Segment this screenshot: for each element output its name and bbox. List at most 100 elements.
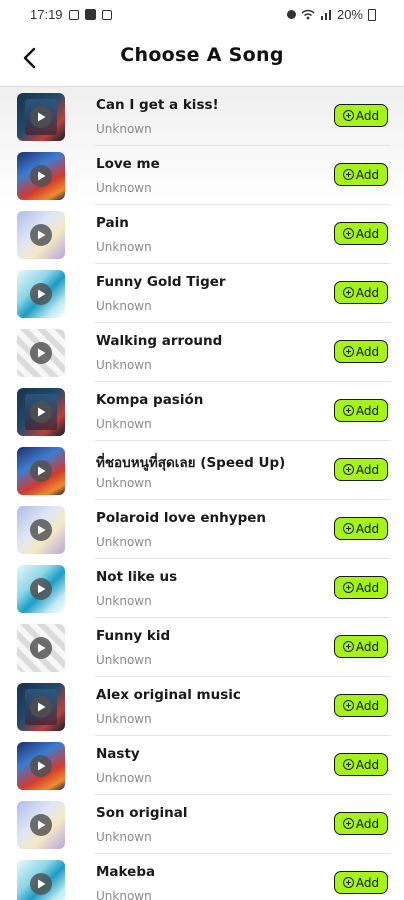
mail-icon <box>101 9 112 20</box>
plus-circle-icon <box>342 169 354 180</box>
play-icon[interactable] <box>30 519 52 541</box>
song-title: Walking arround <box>96 333 223 349</box>
song-thumbnail[interactable] <box>17 447 65 495</box>
song-row[interactable]: Kompa pasión Unknown Add <box>0 382 404 441</box>
add-button[interactable]: Add <box>334 104 388 127</box>
status-bar: 17:19 20% <box>0 0 404 30</box>
song-thumbnail[interactable] <box>17 801 65 849</box>
plus-circle-icon <box>342 700 354 711</box>
song-row[interactable]: Polaroid love enhypen Unknown Add <box>0 500 404 559</box>
header: Choose A Song <box>0 30 404 87</box>
play-icon[interactable] <box>30 873 52 895</box>
battery-percent: 20% <box>336 7 363 22</box>
plus-circle-icon <box>342 287 354 298</box>
song-artist: Unknown <box>96 417 152 431</box>
add-button[interactable]: Add <box>334 399 388 422</box>
add-button[interactable]: Add <box>334 281 388 304</box>
song-row[interactable]: Makeba Unknown Add <box>0 854 404 900</box>
song-title: Son original <box>96 805 188 821</box>
play-icon[interactable] <box>30 755 52 777</box>
song-title: Can I get a kiss! <box>96 97 219 113</box>
song-artist: Unknown <box>96 889 152 900</box>
play-icon[interactable] <box>30 401 52 423</box>
add-button[interactable]: Add <box>334 871 388 894</box>
song-list[interactable]: Can I get a kiss! Unknown Add Love me Unknow… <box>0 87 404 900</box>
song-title: Love me <box>96 156 160 172</box>
add-button[interactable]: Add <box>334 576 388 599</box>
play-icon[interactable] <box>30 283 52 305</box>
add-button[interactable]: Add <box>334 753 388 776</box>
song-thumbnail[interactable] <box>17 211 65 259</box>
plus-circle-icon <box>342 877 354 888</box>
add-button-label: Add <box>355 108 380 123</box>
song-row[interactable]: Can I get a kiss! Unknown Add <box>0 87 404 146</box>
song-thumbnail[interactable] <box>17 683 65 731</box>
song-row[interactable]: Funny Gold Tiger Unknown Add <box>0 264 404 323</box>
add-button[interactable]: Add <box>334 694 388 717</box>
play-icon[interactable] <box>30 106 52 128</box>
song-row[interactable]: Walking arround Unknown Add <box>0 323 404 382</box>
song-title: Polaroid love enhypen <box>96 510 266 526</box>
add-button[interactable]: Add <box>334 517 388 540</box>
play-icon[interactable] <box>30 814 52 836</box>
song-artist: Unknown <box>96 830 152 844</box>
play-icon[interactable] <box>30 342 52 364</box>
song-artist: Unknown <box>96 594 152 608</box>
plus-circle-icon <box>342 818 354 829</box>
add-button[interactable]: Add <box>334 635 388 658</box>
song-thumbnail[interactable] <box>17 506 65 554</box>
song-title: ที่ชอบหนูที่สุดเลย (Speed Up) <box>96 455 286 471</box>
play-icon[interactable] <box>30 696 52 718</box>
add-button[interactable]: Add <box>334 340 388 363</box>
song-title: Alex original music <box>96 687 241 703</box>
plus-circle-icon <box>342 759 354 770</box>
song-thumbnail[interactable] <box>17 742 65 790</box>
add-button-label: Add <box>355 816 380 831</box>
song-title: Kompa pasión <box>96 392 204 408</box>
add-button[interactable]: Add <box>334 812 388 835</box>
song-row[interactable]: ที่ชอบหนูที่สุดเลย (Speed Up) Unknown Add <box>0 441 404 500</box>
add-button-label: Add <box>355 344 380 359</box>
song-title: Makeba <box>96 864 156 880</box>
play-icon[interactable] <box>30 165 52 187</box>
song-artist: Unknown <box>96 653 152 667</box>
plus-circle-icon <box>342 641 354 652</box>
check-icon <box>84 9 96 20</box>
song-row[interactable]: Funny kid Unknown Add <box>0 618 404 677</box>
add-button-label: Add <box>355 226 380 241</box>
play-icon[interactable] <box>30 224 52 246</box>
play-icon[interactable] <box>30 637 52 659</box>
song-row[interactable]: Nasty Unknown Add <box>0 736 404 795</box>
song-thumbnail[interactable] <box>17 388 65 436</box>
song-row[interactable]: Love me Unknown Add <box>0 146 404 205</box>
play-icon[interactable] <box>30 578 52 600</box>
status-left: 17:19 <box>30 7 112 22</box>
plus-circle-icon <box>342 582 354 593</box>
add-button-label: Add <box>355 167 380 182</box>
song-row[interactable]: Not like us Unknown Add <box>0 559 404 618</box>
song-row[interactable]: Alex original music Unknown Add <box>0 677 404 736</box>
song-title: Pain <box>96 215 129 231</box>
song-row[interactable]: Pain Unknown Add <box>0 205 404 264</box>
song-title: Nasty <box>96 746 140 762</box>
song-artist: Unknown <box>96 712 152 726</box>
song-title: Funny Gold Tiger <box>96 274 226 290</box>
add-button[interactable]: Add <box>334 163 388 186</box>
song-thumbnail[interactable] <box>17 270 65 318</box>
plus-circle-icon <box>342 228 354 239</box>
song-thumbnail[interactable] <box>17 565 65 613</box>
status-right: 20% <box>286 7 376 22</box>
play-icon[interactable] <box>30 460 52 482</box>
song-row[interactable]: Son original Unknown Add <box>0 795 404 854</box>
add-button-label: Add <box>355 403 380 418</box>
add-button-label: Add <box>355 639 380 654</box>
add-button[interactable]: Add <box>334 222 388 245</box>
add-button-label: Add <box>355 285 380 300</box>
add-button-label: Add <box>355 521 380 536</box>
song-thumbnail[interactable] <box>17 860 65 900</box>
song-thumbnail[interactable] <box>17 152 65 200</box>
add-button[interactable]: Add <box>334 458 388 481</box>
song-thumbnail[interactable] <box>17 93 65 141</box>
song-thumbnail[interactable] <box>17 624 65 672</box>
song-thumbnail[interactable] <box>17 329 65 377</box>
